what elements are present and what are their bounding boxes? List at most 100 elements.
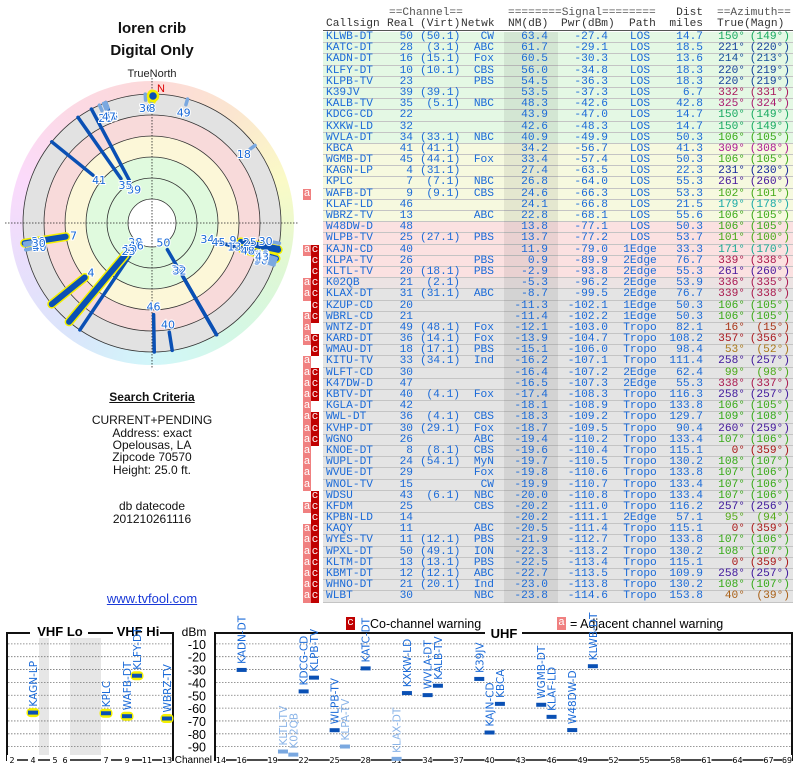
tick-bg <box>122 755 132 765</box>
cell-az: 107° <box>718 467 745 480</box>
page-title: loren crib <box>117 20 187 37</box>
station-marker-label: KLWB-DT <box>588 612 600 660</box>
tick-bg <box>162 755 172 765</box>
adjacent-warning-flag: a <box>303 243 311 256</box>
station-bearing-line <box>101 101 108 111</box>
marker-halo <box>99 708 113 718</box>
channel-tick-label: 58 <box>670 756 680 765</box>
table-row[interactable]: a WVUE-DT 29 Fox -19.8 -110.6 Tropo 133.8 107° (1… <box>300 467 800 480</box>
tick-bg <box>7 755 17 765</box>
cell-magn: (260°) <box>749 176 790 189</box>
tick-bg <box>142 755 152 765</box>
dbm-tick-label: -20 <box>188 651 206 665</box>
criteria-line: Zipcode 70570 <box>112 450 192 464</box>
cell-az: 109° <box>718 411 745 424</box>
table-row[interactable]: KADN-DT 16 (15.1) Fox 60.5 -30.3 LOS 13.6 214° (2… <box>300 53 800 66</box>
table-row[interactable]: KDCG-CD 22 43.9 -47.0 LOS 14.7 150° (149°) <box>300 109 800 122</box>
cell-call: KPLC <box>326 176 353 189</box>
cell-nm: -23.8 <box>514 590 548 603</box>
tick-bg <box>216 755 226 765</box>
cell-virt: (4.1) <box>426 411 460 424</box>
station-marker <box>567 728 578 733</box>
station-channel-label: 30 <box>32 237 46 250</box>
table-row[interactable]: c KZUP-CD 20 -11.3 -102.1 1Edge 50.3 106° (105°) <box>300 300 800 312</box>
table-row[interactable]: a c WPXL-DT 50 (49.1) ION -22.3 -113.2 Tropo 130.… <box>300 546 800 558</box>
channel-tick-label: 14 <box>216 756 226 765</box>
station-marker-label: KAJN-CD <box>485 682 497 726</box>
table-row[interactable]: c KPBN-LD 14 -20.2 -111.1 2Edge 57.1 95° (94°) <box>300 512 800 525</box>
datecode-label: db datecode <box>118 499 186 513</box>
table-row[interactable]: a WNOL-TV 15 CW -19.9 -110.7 Tropo 133.4 107° (10… <box>300 479 800 491</box>
station-bearing-line <box>23 242 33 248</box>
tvfool-link[interactable]: www.tvfool.com <box>0 591 304 606</box>
cell-call: KDCG-CD <box>326 109 373 122</box>
tick-bg <box>360 755 371 765</box>
station-marker <box>277 749 288 754</box>
cell-az: 107° <box>718 534 745 547</box>
station-marker-label: WVLA-DT <box>423 640 435 689</box>
cell-net: PBS <box>473 265 494 278</box>
cell-virt: (5.1) <box>426 98 460 111</box>
table-row[interactable]: a c WGNO 26 ABC -19.4 -110.2 Tropo 133.4 107° (106… <box>300 434 800 446</box>
station-marker <box>288 752 299 757</box>
table-row[interactable]: a c KLAX-DT 31 (31.1) ABC -8.7 -99.5 2Edge 76.7 33… <box>300 288 800 301</box>
tick-bg <box>577 755 588 765</box>
cell-real: 11 <box>399 534 413 547</box>
station-marker <box>132 673 142 678</box>
channel-tick-label: 40 <box>484 756 494 765</box>
tick-bg <box>608 755 619 765</box>
tick-bg <box>782 755 792 765</box>
table-row[interactable]: a c WYES-TV 11 (12.1) PBS -21.9 -112.7 Tropo 133.… <box>300 534 800 547</box>
col-true: True <box>717 18 744 30</box>
tick-bg <box>329 755 340 765</box>
station-channel-label: 35 <box>119 179 133 192</box>
cell-nm: -19.8 <box>514 467 548 480</box>
station-marker <box>298 689 309 694</box>
vhf-axis-mask <box>10 755 170 765</box>
table-row[interactable]: a c WWL-DT 36 (4.1) CBS -18.3 -109.2 Tropo 129.7 1… <box>300 411 800 424</box>
col-nm: NM(dB) <box>508 18 549 30</box>
cell-path: Tropo <box>623 534 657 547</box>
cell-pwr: -30.3 <box>574 53 608 66</box>
adjacent-legend: = Adjacent channel warning <box>570 617 723 631</box>
channel-tick-label: 34 <box>423 756 433 765</box>
station-marker <box>329 728 340 733</box>
station-marker <box>546 714 557 719</box>
cell-magn: (108°) <box>749 411 790 424</box>
table-row[interactable]: WLPB-TV 25 (27.1) PBS 13.7 -77.2 LOS 53.7 101° (1… <box>300 233 800 245</box>
uhf-label: UHF <box>491 626 518 641</box>
channel-tick-label: 13 <box>162 756 172 765</box>
station-channel-label: 40 <box>161 318 175 331</box>
cell-virt: (10.1) <box>420 64 461 77</box>
adjacent-flag-icon: a <box>557 617 566 630</box>
station-marker <box>162 716 172 721</box>
marker-halo <box>120 711 134 721</box>
channel-tick-label: 28 <box>361 756 371 765</box>
cell-real: 29 <box>399 467 413 480</box>
cell-magn: (39°) <box>756 590 790 603</box>
tick-bg <box>391 755 402 765</box>
table-row[interactable]: KPLC 7 (7.1) NBC 26.8 -64.0 LOS 55.3 261° (260°) <box>300 176 800 189</box>
station-marker <box>401 691 412 696</box>
dbm-tick-label: -10 <box>188 638 206 652</box>
cell-nm: -21.9 <box>514 534 548 547</box>
cell-pwr: -99.5 <box>574 288 608 301</box>
station-marker-label: KATC-DT <box>361 617 373 662</box>
cell-virt: (54.1) <box>420 456 461 469</box>
table-row[interactable]: a KITU-TV 33 (34.1) Ind -16.2 -107.1 Tropo 111.4… <box>300 355 800 368</box>
cell-virt: (15.1) <box>420 53 461 66</box>
cell-net: Fox <box>473 53 494 66</box>
cell-real: 31 <box>399 288 413 301</box>
table-row[interactable]: a c WLBT 30 NBC -23.8 -114.6 Tropo 153.8 40° (39°) <box>300 590 800 603</box>
table-row[interactable]: KXKW-LD 32 42.6 -48.3 LOS 14.7 150° (149°) <box>300 121 800 133</box>
adjacent-warning-flag: a <box>303 288 311 301</box>
station-channel-label: 47 <box>102 110 116 123</box>
cell-pwr: -109.2 <box>567 411 608 424</box>
station-marker-label: KPLC <box>101 681 113 707</box>
channel-tick-label: 4 <box>30 756 35 765</box>
cell-pwr: -107.1 <box>567 355 608 368</box>
cell-magn: (338°) <box>749 288 790 301</box>
cell-path: Tropo <box>623 355 657 368</box>
dbm-tick-label: -40 <box>188 676 206 690</box>
station-marker-label: WGMB-DT <box>536 645 548 699</box>
